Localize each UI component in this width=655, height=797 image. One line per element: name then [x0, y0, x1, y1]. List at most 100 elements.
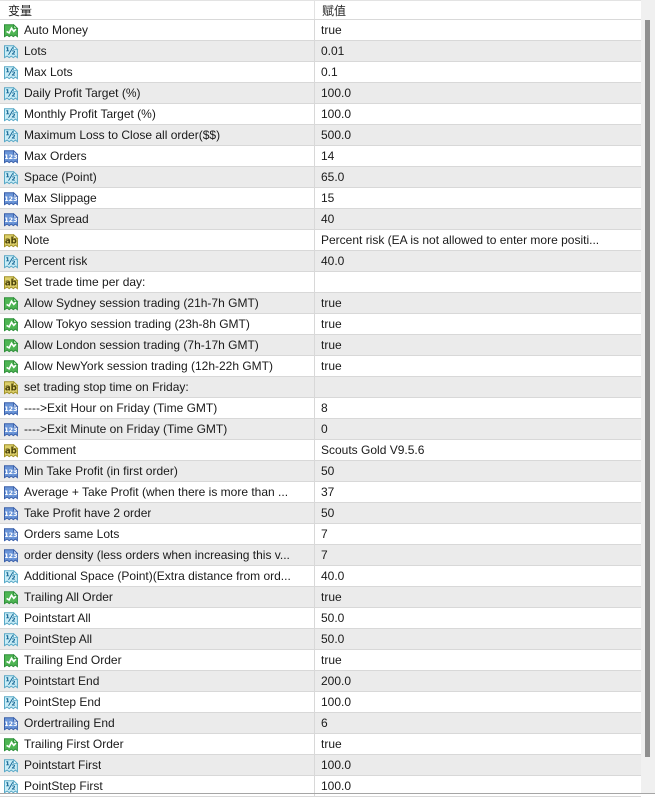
param-name-cell: Trailing All Order [0, 587, 315, 607]
param-row[interactable]: ½ Daily Profit Target (%) 100.0 [0, 83, 641, 104]
param-row[interactable]: ½ Monthly Profit Target (%) 100.0 [0, 104, 641, 125]
param-value[interactable]: 200.0 [315, 671, 641, 691]
param-value[interactable]: true [315, 20, 641, 40]
param-value[interactable] [315, 272, 641, 292]
param-row[interactable]: ½ PointStep End 100.0 [0, 692, 641, 713]
param-value[interactable]: 100.0 [315, 755, 641, 775]
param-row[interactable]: Allow London session trading (7h-17h GMT… [0, 335, 641, 356]
param-value[interactable]: true [315, 293, 641, 313]
param-name-cell: ½ Additional Space (Point)(Extra distance… [0, 566, 315, 586]
svg-text:½: ½ [6, 109, 16, 120]
param-value[interactable]: Scouts Gold V9.5.6 [315, 440, 641, 460]
svg-text:ab: ab [5, 383, 17, 393]
param-value[interactable]: 7 [315, 545, 641, 565]
svg-text:123: 123 [4, 531, 17, 539]
param-row[interactable]: ½ Pointstart First 100.0 [0, 755, 641, 776]
double-fraction-icon: ½ [3, 254, 19, 269]
param-row[interactable]: 123 Take Profit have 2 order 50 [0, 503, 641, 524]
param-value[interactable]: 8 [315, 398, 641, 418]
boolean-chart-icon [3, 296, 19, 311]
vertical-scrollbar[interactable] [641, 0, 655, 793]
param-row[interactable]: ½ Lots 0.01 [0, 41, 641, 62]
param-row[interactable]: ½ Max Lots 0.1 [0, 62, 641, 83]
param-label: Auto Money [24, 23, 89, 37]
param-name-cell: ½ Maximum Loss to Close all order($$) [0, 125, 315, 145]
param-value[interactable]: 0.01 [315, 41, 641, 61]
param-value[interactable]: 7 [315, 524, 641, 544]
param-row[interactable]: ½ Pointstart All 50.0 [0, 608, 641, 629]
param-value[interactable]: 50.0 [315, 608, 641, 628]
param-label: Set trade time per day: [24, 275, 146, 289]
param-label: Allow NewYork session trading (12h-22h G… [24, 359, 273, 373]
param-row[interactable]: ½ PointStep All 50.0 [0, 629, 641, 650]
param-value[interactable]: true [315, 587, 641, 607]
param-name-cell: ½ PointStep All [0, 629, 315, 649]
param-name-cell: 123 order density (less orders when incre… [0, 545, 315, 565]
param-value[interactable]: 100.0 [315, 104, 641, 124]
string-ab-icon: ab [3, 443, 19, 458]
param-label: Min Take Profit (in first order) [24, 464, 178, 478]
param-value[interactable]: 14 [315, 146, 641, 166]
param-row[interactable]: ½ Percent risk 40.0 [0, 251, 641, 272]
param-value[interactable]: Percent risk (EA is not allowed to enter… [315, 230, 641, 250]
param-row[interactable]: Auto Money true [0, 20, 641, 41]
param-value[interactable]: 40 [315, 209, 641, 229]
param-value[interactable]: 15 [315, 188, 641, 208]
param-value[interactable]: 40.0 [315, 251, 641, 271]
param-row[interactable]: 123 Average + Take Profit (when there is … [0, 482, 641, 503]
svg-text:½: ½ [6, 130, 16, 141]
param-row[interactable]: ab Set trade time per day: [0, 272, 641, 293]
param-value[interactable]: 40.0 [315, 566, 641, 586]
param-value[interactable]: 500.0 [315, 125, 641, 145]
param-row[interactable]: ½ Maximum Loss to Close all order($$) 500.… [0, 125, 641, 146]
param-value[interactable]: true [315, 734, 641, 754]
param-row[interactable]: Allow Sydney session trading (21h-7h GMT… [0, 293, 641, 314]
string-ab-icon: ab [3, 380, 19, 395]
param-name-cell: Allow London session trading (7h-17h GMT… [0, 335, 315, 355]
param-row[interactable]: 123 Max Orders 14 [0, 146, 641, 167]
param-row[interactable]: 123 Max Spread 40 [0, 209, 641, 230]
param-value[interactable]: 100.0 [315, 692, 641, 712]
param-value[interactable]: 6 [315, 713, 641, 733]
param-value[interactable]: true [315, 335, 641, 355]
param-row[interactable]: 123 Max Slippage 15 [0, 188, 641, 209]
param-row[interactable]: Allow NewYork session trading (12h-22h G… [0, 356, 641, 377]
param-row[interactable]: 123 Min Take Profit (in first order) 50 [0, 461, 641, 482]
param-value[interactable]: 50 [315, 461, 641, 481]
param-row[interactable]: ab Note Percent risk (EA is not allowed to… [0, 230, 641, 251]
param-row[interactable]: Allow Tokyo session trading (23h-8h GMT)… [0, 314, 641, 335]
param-value[interactable]: 0 [315, 419, 641, 439]
param-row[interactable]: Trailing All Order true [0, 587, 641, 608]
param-value[interactable] [315, 377, 641, 397]
param-row[interactable]: Trailing End Order true [0, 650, 641, 671]
param-value[interactable]: 37 [315, 482, 641, 502]
param-row[interactable]: ½ Additional Space (Point)(Extra distance… [0, 566, 641, 587]
param-row[interactable]: ab Comment Scouts Gold V9.5.6 [0, 440, 641, 461]
boolean-chart-icon [3, 23, 19, 38]
param-row[interactable]: 123 Ordertrailing End 6 [0, 713, 641, 734]
param-value[interactable]: true [315, 356, 641, 376]
param-row[interactable]: 123 ---->Exit Hour on Friday (Time GMT) 8 [0, 398, 641, 419]
scrollbar-thumb[interactable] [645, 20, 650, 757]
param-value[interactable]: 50 [315, 503, 641, 523]
double-fraction-icon: ½ [3, 569, 19, 584]
double-fraction-icon: ½ [3, 128, 19, 143]
double-fraction-icon: ½ [3, 65, 19, 80]
param-row[interactable]: 123 ---->Exit Minute on Friday (Time GMT)… [0, 419, 641, 440]
param-row[interactable]: 123 Orders same Lots 7 [0, 524, 641, 545]
param-value[interactable]: true [315, 314, 641, 334]
param-row[interactable]: ½ Pointstart End 200.0 [0, 671, 641, 692]
param-value[interactable]: 0.1 [315, 62, 641, 82]
param-value[interactable]: 100.0 [315, 83, 641, 103]
param-row[interactable]: 123 order density (less orders when incre… [0, 545, 641, 566]
param-row[interactable]: ab set trading stop time on Friday: [0, 377, 641, 398]
param-value[interactable]: 65.0 [315, 167, 641, 187]
param-row[interactable]: Trailing First Order true [0, 734, 641, 755]
integer-123-icon: 123 [3, 149, 19, 164]
integer-123-icon: 123 [3, 548, 19, 563]
param-value[interactable]: true [315, 650, 641, 670]
param-label: Maximum Loss to Close all order($$) [24, 128, 221, 142]
double-fraction-icon: ½ [3, 44, 19, 59]
param-value[interactable]: 50.0 [315, 629, 641, 649]
param-row[interactable]: ½ Space (Point) 65.0 [0, 167, 641, 188]
